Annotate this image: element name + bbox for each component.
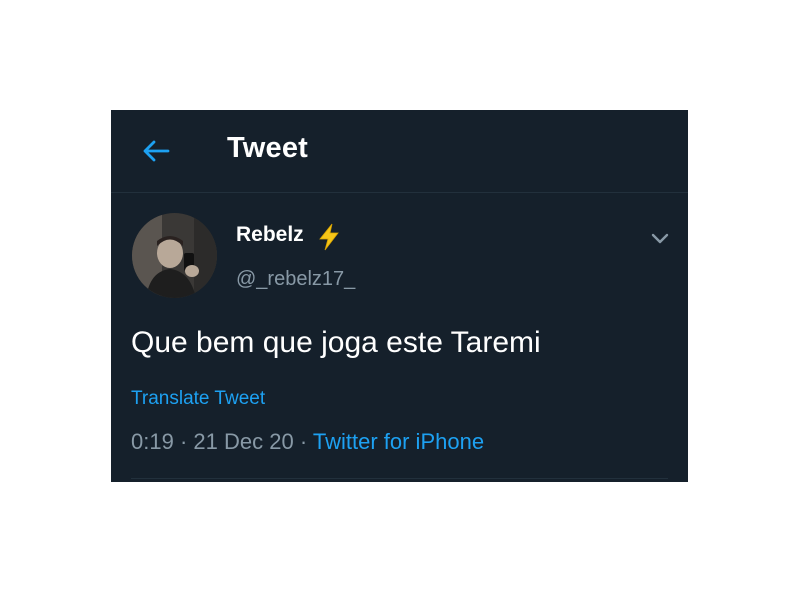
meta-separator: ·: [179, 429, 188, 454]
page-title: Tweet: [227, 132, 309, 164]
lightning-bolt-icon: [319, 223, 339, 251]
chevron-down-icon: [651, 233, 669, 244]
more-options-button[interactable]: [648, 228, 672, 248]
top-bar: Tweet: [111, 110, 688, 193]
tweet-text: Que bem que joga este Taremi: [131, 326, 541, 359]
tweet-source-link[interactable]: Twitter for iPhone: [313, 429, 484, 454]
tweet-time: 0:19: [131, 429, 174, 454]
tweet-date: 21 Dec 20: [193, 429, 294, 454]
profile-photo: [132, 213, 217, 298]
author-display-name[interactable]: Rebelz: [236, 223, 304, 247]
tweet-meta: 0:19 · 21 Dec 20 · Twitter for iPhone: [131, 429, 484, 455]
translate-tweet-link[interactable]: Translate Tweet: [131, 388, 265, 410]
tweet-card: Tweet Rebelz @_rebelz17_ Que bem que jog…: [111, 110, 688, 482]
back-button[interactable]: [139, 136, 173, 166]
divider: [131, 478, 668, 479]
avatar[interactable]: [132, 213, 217, 298]
arrow-left-icon: [143, 140, 170, 162]
author-handle[interactable]: @_rebelz17_: [236, 268, 355, 291]
meta-separator: ·: [299, 429, 308, 454]
